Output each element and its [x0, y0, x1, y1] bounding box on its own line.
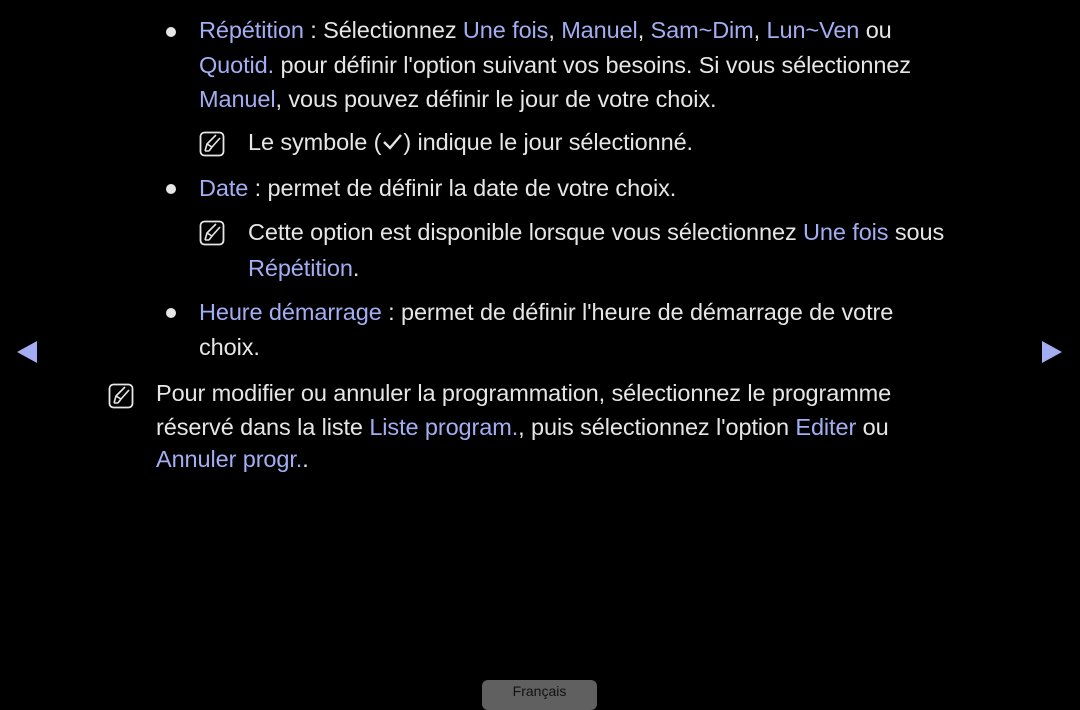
text: : permet de définir la date de votre cho…	[248, 175, 677, 201]
option-sam-dim: Sam~Dim	[650, 17, 754, 43]
option-liste-program: Liste program.	[369, 414, 519, 440]
heure-line-2: choix.	[199, 334, 260, 360]
text: .	[352, 255, 360, 281]
main-note-line-3: Annuler progr..	[156, 446, 309, 473]
term-heure-demarrage: Heure démarrage	[199, 299, 382, 325]
next-page-button[interactable]	[1042, 340, 1062, 369]
heure-line-1: Heure démarrage : permet de définir l'he…	[199, 299, 893, 326]
main-note-line-2: réservé dans la liste Liste program., pu…	[156, 414, 889, 441]
term-date: Date	[199, 175, 249, 201]
bullet-icon	[166, 184, 176, 194]
option-une-fois: Une fois	[462, 17, 549, 43]
text: .	[302, 446, 309, 472]
option-manuel: Manuel	[561, 17, 638, 43]
bullet-icon	[166, 308, 176, 318]
option-une-fois: Une fois	[803, 219, 889, 245]
note-icon	[108, 383, 134, 409]
note-icon	[199, 131, 225, 157]
text: Le symbole (	[248, 129, 382, 155]
option-lun-ven: Lun~Ven	[766, 17, 860, 43]
repetition-line-1: Répétition : Sélectionnez Une fois, Manu…	[199, 17, 892, 44]
text: pour définir l'option suivant vos besoin…	[274, 52, 912, 78]
text: : permet de définir l'heure de démarrage…	[381, 299, 894, 325]
previous-page-button[interactable]	[17, 340, 37, 369]
text: ) indique le jour sélectionné.	[403, 129, 693, 155]
main-note-line-1: Pour modifier ou annuler la programmatio…	[156, 380, 892, 406]
language-tab: Français	[482, 680, 597, 710]
text: Cette option est disponible lorsque vous…	[248, 219, 804, 245]
term-repetition: Répétition	[248, 255, 353, 281]
right-triangle-icon	[1042, 341, 1062, 363]
term-repetition: Répétition	[199, 17, 304, 43]
checkmark-icon	[381, 131, 403, 151]
text: réservé dans la liste	[156, 414, 370, 440]
option-annuler-progr: Annuler progr.	[156, 446, 303, 472]
option-quotid: Quotid.	[199, 52, 275, 78]
left-triangle-icon	[17, 341, 37, 363]
option-manuel: Manuel	[199, 86, 276, 112]
text: ou	[856, 414, 889, 440]
repetition-line-2: Quotid. pour définir l'option suivant vo…	[199, 52, 911, 79]
option-editer: Editer	[795, 414, 857, 440]
text: , puis sélectionnez l'option	[518, 414, 796, 440]
date-note-line-2: Répétition.	[248, 255, 359, 282]
text: : Sélectionnez	[303, 17, 463, 43]
text: , vous pouvez définir le jour de votre c…	[275, 86, 717, 112]
bullet-icon	[166, 27, 176, 37]
text: ,	[753, 17, 767, 43]
date-note-line-1: Cette option est disponible lorsque vous…	[248, 219, 944, 246]
text: ou	[859, 17, 892, 43]
repetition-line-3: Manuel, vous pouvez définir le jour de v…	[199, 86, 717, 113]
text: ,	[637, 17, 651, 43]
text: sous	[888, 219, 945, 245]
note-icon	[199, 220, 225, 246]
note-symbole: Le symbole ( ) indique le jour sélectionn…	[248, 129, 693, 156]
date-line-1: Date : permet de définir la date de votr…	[199, 175, 676, 202]
text: ,	[548, 17, 562, 43]
